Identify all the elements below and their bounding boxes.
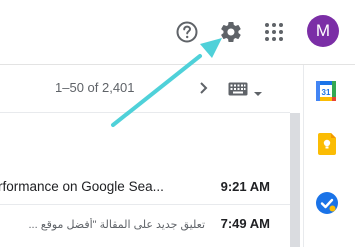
tasks-icon[interactable] [316, 192, 338, 214]
email-time: 9:21 AM [220, 179, 270, 194]
pagination-count: 1–50 of 2,401 [55, 80, 135, 95]
calendar-icon[interactable]: 31 [316, 81, 336, 101]
apps-grid-icon[interactable] [260, 18, 288, 46]
email-row[interactable]: rformance on Google Sea... 9:21 AM [0, 168, 290, 205]
email-subject: تعليق جديد على المقالة "أفضل موقع ... [28, 219, 206, 231]
chevron-right-icon[interactable] [196, 78, 212, 98]
help-icon[interactable] [173, 18, 201, 46]
email-time: 7:49 AM [220, 216, 270, 231]
calendar-date: 31 [322, 88, 331, 97]
keyboard-icon[interactable] [228, 82, 248, 96]
avatar-initial: M [315, 21, 331, 40]
account-avatar[interactable]: M [307, 15, 339, 47]
list-scrollbar[interactable] [290, 113, 300, 247]
settings-gear-icon[interactable] [217, 18, 245, 46]
email-subject: rformance on Google Sea... [0, 179, 164, 194]
toolbar-divider [0, 112, 290, 113]
email-row[interactable]: تعليق جديد على المقالة "أفضل موقع ... 7:… [0, 205, 290, 241]
keep-icon[interactable] [318, 133, 336, 155]
caret-down-icon[interactable] [253, 85, 263, 96]
